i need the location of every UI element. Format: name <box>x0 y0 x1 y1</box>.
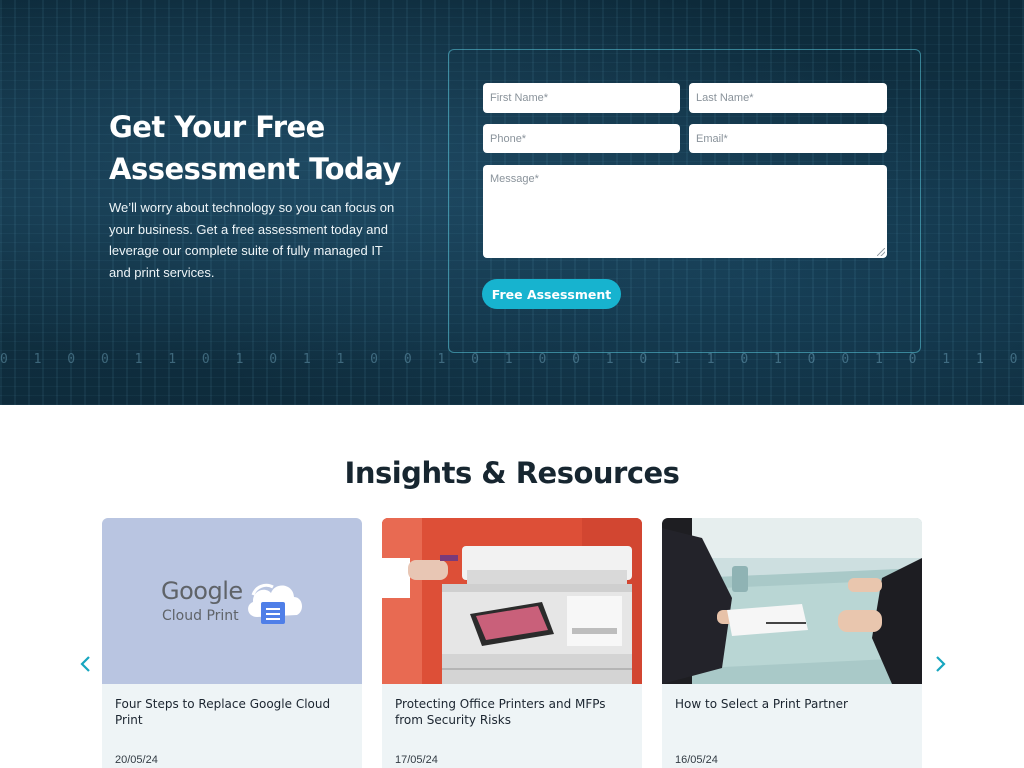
google-logo-text: Google <box>161 577 243 605</box>
hero-background-digits: 0 1 0 0 1 1 0 1 0 1 1 0 0 1 0 1 0 0 1 0 … <box>0 352 1024 367</box>
cloud-print-text: Cloud Print <box>162 608 239 624</box>
article-image-business-meeting <box>662 518 922 684</box>
article-card[interactable]: Google Cloud Print Four Steps to Replace… <box>102 518 362 768</box>
insights-heading: Insights & Resources <box>344 456 680 490</box>
article-title[interactable]: How to Select a Print Partner <box>675 696 911 712</box>
article-title[interactable]: Protecting Office Printers and MFPs from… <box>395 696 631 728</box>
article-date: 17/05/24 <box>395 754 438 766</box>
article-title[interactable]: Four Steps to Replace Google Cloud Print <box>115 696 351 728</box>
article-image-office-printer <box>382 518 642 684</box>
textarea-resize-handle[interactable] <box>877 248 885 256</box>
article-date: 16/05/24 <box>675 754 718 766</box>
chevron-right-icon <box>936 656 946 672</box>
article-image-google-cloud-print: Google Cloud Print <box>102 518 362 684</box>
article-card[interactable]: Protecting Office Printers and MFPs from… <box>382 518 642 768</box>
carousel-prev-button[interactable] <box>77 654 95 674</box>
article-card[interactable]: How to Select a Print Partner 16/05/24 <box>662 518 922 768</box>
last-name-field[interactable] <box>689 83 887 113</box>
carousel-next-button[interactable] <box>931 654 949 674</box>
chevron-left-icon <box>80 656 90 672</box>
hero-title: Get Your Free Assessment Today <box>109 110 401 186</box>
email-field[interactable] <box>689 124 887 153</box>
cloud-print-icon <box>248 583 303 624</box>
message-field[interactable] <box>483 165 887 258</box>
meeting-photo-illustration <box>662 518 922 684</box>
phone-field[interactable] <box>483 124 680 153</box>
hero-description: We’ll worry about technology so you can … <box>109 200 395 280</box>
first-name-field[interactable] <box>483 83 680 113</box>
printer-photo-illustration <box>382 518 642 684</box>
free-assessment-button[interactable]: Free Assessment <box>482 279 621 309</box>
article-date: 20/05/24 <box>115 754 158 766</box>
